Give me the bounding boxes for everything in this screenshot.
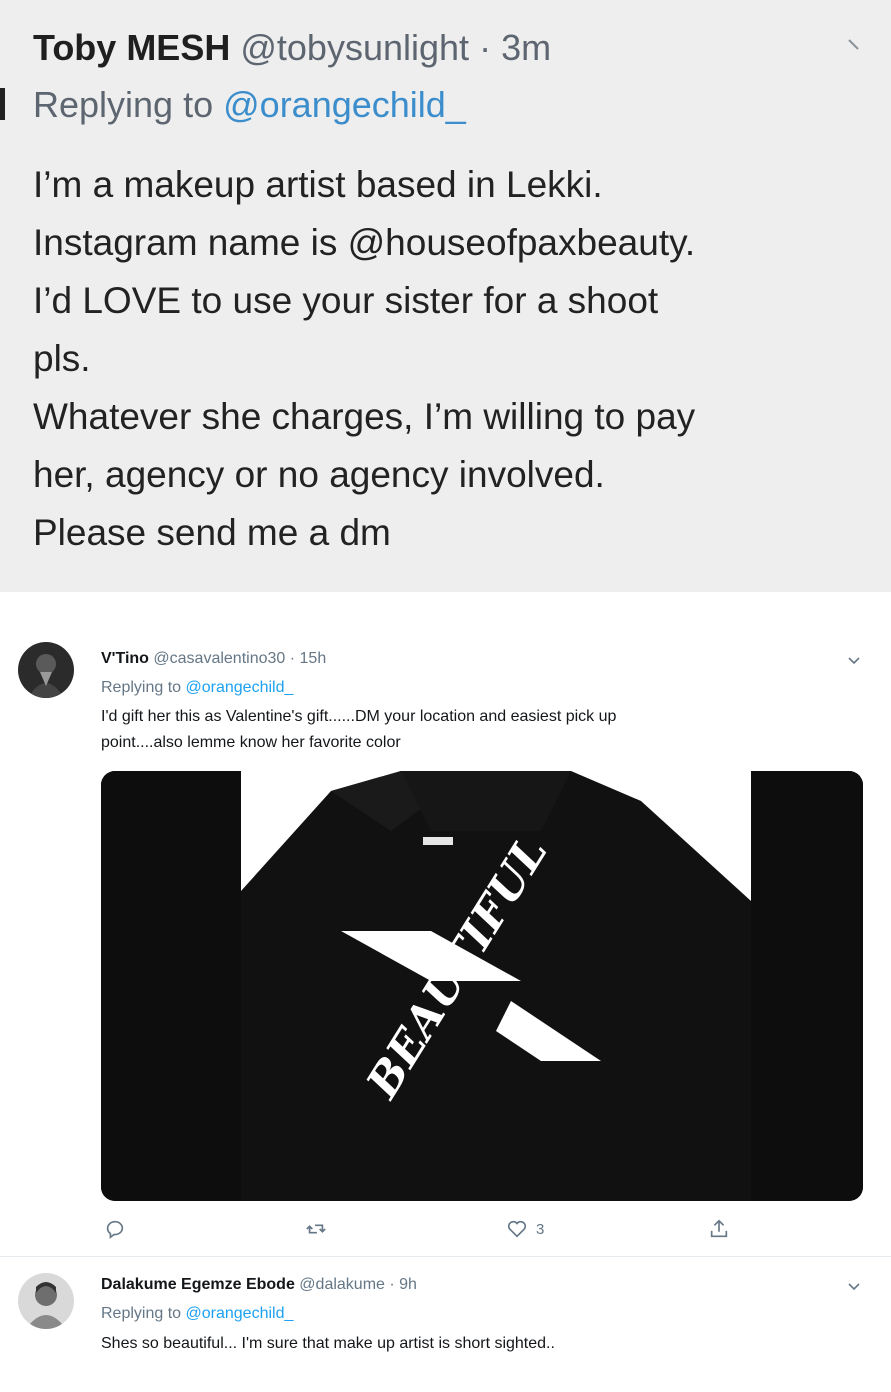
author-handle[interactable]: @casavalentino30 [153, 650, 285, 667]
top-tweet-author-name[interactable]: Toby MESH [33, 27, 230, 68]
tweet-actions: 3 [0, 1214, 891, 1244]
avatar[interactable] [18, 642, 74, 698]
replying-to: Replying to @orangechild_ [101, 677, 293, 699]
tweet-text-line: pls. [33, 338, 91, 379]
top-tweet-timestamp[interactable]: 3m [501, 27, 551, 68]
tweet-text-line: Instagram name is @houseofpaxbeauty. [33, 222, 696, 263]
sweatshirt-image: BEAUTIFUL [101, 771, 863, 1201]
tweet-text-line: point....also lemme know her favorite co… [101, 734, 401, 751]
chevron-down-icon[interactable] [846, 1278, 862, 1294]
top-tweet-author-handle[interactable]: @tobysunlight [240, 27, 469, 68]
tweet-header: Dalakume Egemze Ebode @dalakume · 9h [101, 1274, 417, 1296]
avatar[interactable] [18, 1273, 74, 1329]
share-button[interactable] [708, 1214, 730, 1244]
tweet-text-line: I’d LOVE to use your sister for a shoot [33, 280, 659, 321]
replying-to-label: Replying to [101, 679, 182, 696]
tweet-text-line: Please send me a dm [33, 512, 391, 553]
separator: · [289, 650, 296, 667]
reply-icon [106, 1220, 124, 1239]
tweet-text-line: Whatever she charges, I’m willing to pay [33, 396, 696, 437]
chevron-down-icon[interactable] [846, 652, 862, 668]
thread-line [0, 88, 5, 120]
reply-button[interactable] [104, 1214, 126, 1244]
tweet-image[interactable]: BEAUTIFUL [101, 771, 863, 1201]
author-name[interactable]: V'Tino [101, 650, 149, 667]
top-tweet-header: Toby MESH @tobysunlight · 3m [33, 22, 551, 74]
tweet-text-line: I’m a makeup artist based in Lekki. [33, 164, 603, 205]
timestamp[interactable]: 9h [399, 1276, 417, 1293]
tweet-text-line: I'd gift her this as Valentine's gift...… [101, 708, 617, 725]
heart-icon [507, 1220, 527, 1238]
separator: · [389, 1276, 395, 1293]
top-tweet-replying-to: Replying to @orangechild_ [33, 80, 466, 130]
tweet-header: V'Tino @casavalentino30 · 15h [101, 648, 326, 670]
tweet-text-line: Shes so beautiful... I'm sure that make … [101, 1335, 555, 1352]
replying-to-mention[interactable]: @orangechild_ [186, 1305, 294, 1322]
like-count: 3 [536, 1220, 545, 1238]
chevron-down-icon[interactable] [846, 36, 864, 54]
replying-to-mention[interactable]: @orangechild_ [223, 84, 466, 125]
author-handle[interactable]: @dalakume [299, 1276, 385, 1293]
retweet-icon [306, 1224, 326, 1234]
quoted-tweet-panel: Toby MESH @tobysunlight · 3m Replying to… [0, 0, 891, 592]
replying-to-label: Replying to [101, 1305, 182, 1322]
author-name[interactable]: Dalakume Egemze Ebode [101, 1276, 295, 1293]
retweet-button[interactable] [305, 1214, 327, 1244]
top-tweet-separator: · [479, 27, 492, 68]
replying-to-label: Replying to [33, 84, 214, 125]
share-icon [710, 1219, 728, 1238]
like-button[interactable]: 3 [506, 1214, 544, 1244]
timestamp[interactable]: 15h [300, 650, 327, 667]
replying-to-mention[interactable]: @orangechild_ [186, 679, 294, 696]
replying-to: Replying to @orangechild_ [101, 1303, 293, 1325]
tweet-text-line: her, agency or no agency involved. [33, 454, 605, 495]
top-tweet-text: I’m a makeup artist based in Lekki. Inst… [33, 156, 883, 562]
